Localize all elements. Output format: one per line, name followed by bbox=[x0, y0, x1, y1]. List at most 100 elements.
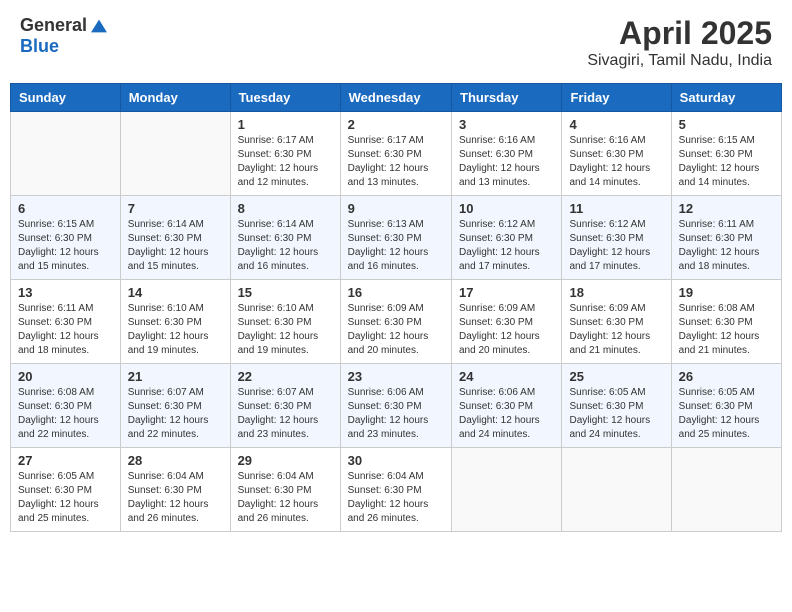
day-info: Sunrise: 6:14 AM Sunset: 6:30 PM Dayligh… bbox=[128, 218, 223, 274]
day-number: 2 bbox=[348, 117, 444, 132]
calendar-cell: 26 Sunrise: 6:05 AM Sunset: 6:30 PM Dayli… bbox=[671, 364, 781, 448]
day-info: Sunrise: 6:05 AM Sunset: 6:30 PM Dayligh… bbox=[569, 386, 663, 442]
calendar-cell: 9 Sunrise: 6:13 AM Sunset: 6:30 PM Daylig… bbox=[340, 196, 451, 280]
calendar-cell: 3Sunrise: 6:16 AM Sunset: 6:30 PM Daylig… bbox=[452, 112, 562, 196]
calendar-cell: 12 Sunrise: 6:11 AM Sunset: 6:30 PM Dayli… bbox=[671, 196, 781, 280]
day-number: 18 bbox=[569, 285, 663, 300]
calendar-cell: 24 Sunrise: 6:06 AM Sunset: 6:30 PM Dayli… bbox=[452, 364, 562, 448]
day-info: Sunrise: 6:04 AM Sunset: 6:30 PM Dayligh… bbox=[128, 470, 223, 526]
calendar-week-row: 6 Sunrise: 6:15 AM Sunset: 6:30 PM Daylig… bbox=[11, 196, 782, 280]
day-number: 29 bbox=[238, 453, 333, 468]
day-number: 1 bbox=[238, 117, 333, 132]
day-info: Sunrise: 6:07 AM Sunset: 6:30 PM Dayligh… bbox=[238, 386, 333, 442]
day-info: Sunrise: 6:15 AM Sunset: 6:30 PM Dayligh… bbox=[679, 134, 774, 190]
day-number: 27 bbox=[18, 453, 113, 468]
calendar-cell: 21 Sunrise: 6:07 AM Sunset: 6:30 PM Dayli… bbox=[120, 364, 230, 448]
day-number: 15 bbox=[238, 285, 333, 300]
calendar-week-row: 13 Sunrise: 6:11 AM Sunset: 6:30 PM Dayli… bbox=[11, 280, 782, 364]
day-info: Sunrise: 6:10 AM Sunset: 6:30 PM Dayligh… bbox=[238, 302, 333, 358]
day-info: Sunrise: 6:11 AM Sunset: 6:30 PM Dayligh… bbox=[679, 218, 774, 274]
day-number: 4 bbox=[569, 117, 663, 132]
calendar-cell: 7 Sunrise: 6:14 AM Sunset: 6:30 PM Daylig… bbox=[120, 196, 230, 280]
day-number: 14 bbox=[128, 285, 223, 300]
day-number: 7 bbox=[128, 201, 223, 216]
calendar-cell: 22 Sunrise: 6:07 AM Sunset: 6:30 PM Dayli… bbox=[230, 364, 340, 448]
calendar-cell: 16Sunrise: 6:09 AM Sunset: 6:30 PM Dayli… bbox=[340, 280, 451, 364]
calendar-week-row: 1 Sunrise: 6:17 AM Sunset: 6:30 PM Daylig… bbox=[11, 112, 782, 196]
day-info: Sunrise: 6:06 AM Sunset: 6:30 PM Dayligh… bbox=[348, 386, 444, 442]
day-number: 19 bbox=[679, 285, 774, 300]
day-info: Sunrise: 6:10 AM Sunset: 6:30 PM Dayligh… bbox=[128, 302, 223, 358]
calendar-cell: 5 Sunrise: 6:15 AM Sunset: 6:30 PM Daylig… bbox=[671, 112, 781, 196]
calendar-cell: 23Sunrise: 6:06 AM Sunset: 6:30 PM Dayli… bbox=[340, 364, 451, 448]
day-number: 9 bbox=[348, 201, 444, 216]
calendar-cell bbox=[11, 112, 121, 196]
day-info: Sunrise: 6:07 AM Sunset: 6:30 PM Dayligh… bbox=[128, 386, 223, 442]
day-info: Sunrise: 6:08 AM Sunset: 6:30 PM Dayligh… bbox=[18, 386, 113, 442]
day-number: 16 bbox=[348, 285, 444, 300]
day-number: 22 bbox=[238, 369, 333, 384]
calendar-cell: 11Sunrise: 6:12 AM Sunset: 6:30 PM Dayli… bbox=[562, 196, 671, 280]
calendar-cell: 27 Sunrise: 6:05 AM Sunset: 6:30 PM Dayli… bbox=[11, 448, 121, 532]
day-info: Sunrise: 6:13 AM Sunset: 6:30 PM Dayligh… bbox=[348, 218, 444, 274]
calendar-cell bbox=[671, 448, 781, 532]
logo-icon bbox=[91, 18, 107, 34]
day-info: Sunrise: 6:09 AM Sunset: 6:30 PM Dayligh… bbox=[569, 302, 663, 358]
calendar-cell: 19 Sunrise: 6:08 AM Sunset: 6:30 PM Dayli… bbox=[671, 280, 781, 364]
calendar-cell: 29Sunrise: 6:04 AM Sunset: 6:30 PM Dayli… bbox=[230, 448, 340, 532]
day-of-week-header: Monday bbox=[120, 84, 230, 112]
calendar-cell: 28 Sunrise: 6:04 AM Sunset: 6:30 PM Dayli… bbox=[120, 448, 230, 532]
day-info: Sunrise: 6:04 AM Sunset: 6:30 PM Dayligh… bbox=[348, 470, 444, 526]
calendar-cell: 20Sunrise: 6:08 AM Sunset: 6:30 PM Dayli… bbox=[11, 364, 121, 448]
day-number: 24 bbox=[459, 369, 554, 384]
day-of-week-header: Thursday bbox=[452, 84, 562, 112]
day-of-week-header: Friday bbox=[562, 84, 671, 112]
calendar-cell: 17 Sunrise: 6:09 AM Sunset: 6:30 PM Dayli… bbox=[452, 280, 562, 364]
day-info: Sunrise: 6:16 AM Sunset: 6:30 PM Dayligh… bbox=[569, 134, 663, 190]
day-info: Sunrise: 6:09 AM Sunset: 6:30 PM Dayligh… bbox=[459, 302, 554, 358]
day-number: 21 bbox=[128, 369, 223, 384]
day-of-week-header: Tuesday bbox=[230, 84, 340, 112]
day-info: Sunrise: 6:17 AM Sunset: 6:30 PM Dayligh… bbox=[348, 134, 444, 190]
day-number: 30 bbox=[348, 453, 444, 468]
calendar-cell: 13 Sunrise: 6:11 AM Sunset: 6:30 PM Dayli… bbox=[11, 280, 121, 364]
calendar: SundayMondayTuesdayWednesdayThursdayFrid… bbox=[10, 83, 782, 532]
day-info: Sunrise: 6:16 AM Sunset: 6:30 PM Dayligh… bbox=[459, 134, 554, 190]
day-number: 10 bbox=[459, 201, 554, 216]
calendar-cell bbox=[562, 448, 671, 532]
day-info: Sunrise: 6:11 AM Sunset: 6:30 PM Dayligh… bbox=[18, 302, 113, 358]
calendar-cell: 18 Sunrise: 6:09 AM Sunset: 6:30 PM Dayli… bbox=[562, 280, 671, 364]
calendar-cell: 2 Sunrise: 6:17 AM Sunset: 6:30 PM Daylig… bbox=[340, 112, 451, 196]
day-info: Sunrise: 6:08 AM Sunset: 6:30 PM Dayligh… bbox=[679, 302, 774, 358]
day-info: Sunrise: 6:05 AM Sunset: 6:30 PM Dayligh… bbox=[679, 386, 774, 442]
calendar-cell: 4 Sunrise: 6:16 AM Sunset: 6:30 PM Daylig… bbox=[562, 112, 671, 196]
day-of-week-header: Saturday bbox=[671, 84, 781, 112]
logo-blue-text: Blue bbox=[20, 36, 59, 57]
calendar-header-row: SundayMondayTuesdayWednesdayThursdayFrid… bbox=[11, 84, 782, 112]
day-number: 17 bbox=[459, 285, 554, 300]
day-number: 6 bbox=[18, 201, 113, 216]
day-info: Sunrise: 6:06 AM Sunset: 6:30 PM Dayligh… bbox=[459, 386, 554, 442]
day-number: 26 bbox=[679, 369, 774, 384]
calendar-cell: 6 Sunrise: 6:15 AM Sunset: 6:30 PM Daylig… bbox=[11, 196, 121, 280]
day-info: Sunrise: 6:12 AM Sunset: 6:30 PM Dayligh… bbox=[459, 218, 554, 274]
day-info: Sunrise: 6:05 AM Sunset: 6:30 PM Dayligh… bbox=[18, 470, 113, 526]
logo-general-text: General bbox=[20, 15, 87, 36]
day-info: Sunrise: 6:17 AM Sunset: 6:30 PM Dayligh… bbox=[238, 134, 333, 190]
day-number: 25 bbox=[569, 369, 663, 384]
calendar-cell: 30 Sunrise: 6:04 AM Sunset: 6:30 PM Dayli… bbox=[340, 448, 451, 532]
calendar-cell bbox=[452, 448, 562, 532]
calendar-cell: 15 Sunrise: 6:10 AM Sunset: 6:30 PM Dayli… bbox=[230, 280, 340, 364]
calendar-cell: 10 Sunrise: 6:12 AM Sunset: 6:30 PM Dayli… bbox=[452, 196, 562, 280]
day-number: 13 bbox=[18, 285, 113, 300]
day-number: 28 bbox=[128, 453, 223, 468]
day-number: 5 bbox=[679, 117, 774, 132]
day-info: Sunrise: 6:14 AM Sunset: 6:30 PM Dayligh… bbox=[238, 218, 333, 274]
day-number: 8 bbox=[238, 201, 333, 216]
logo: General Blue bbox=[20, 15, 107, 57]
day-number: 12 bbox=[679, 201, 774, 216]
main-title: April 2025 bbox=[587, 15, 772, 52]
day-info: Sunrise: 6:12 AM Sunset: 6:30 PM Dayligh… bbox=[569, 218, 663, 274]
calendar-week-row: 20Sunrise: 6:08 AM Sunset: 6:30 PM Dayli… bbox=[11, 364, 782, 448]
day-info: Sunrise: 6:15 AM Sunset: 6:30 PM Dayligh… bbox=[18, 218, 113, 274]
